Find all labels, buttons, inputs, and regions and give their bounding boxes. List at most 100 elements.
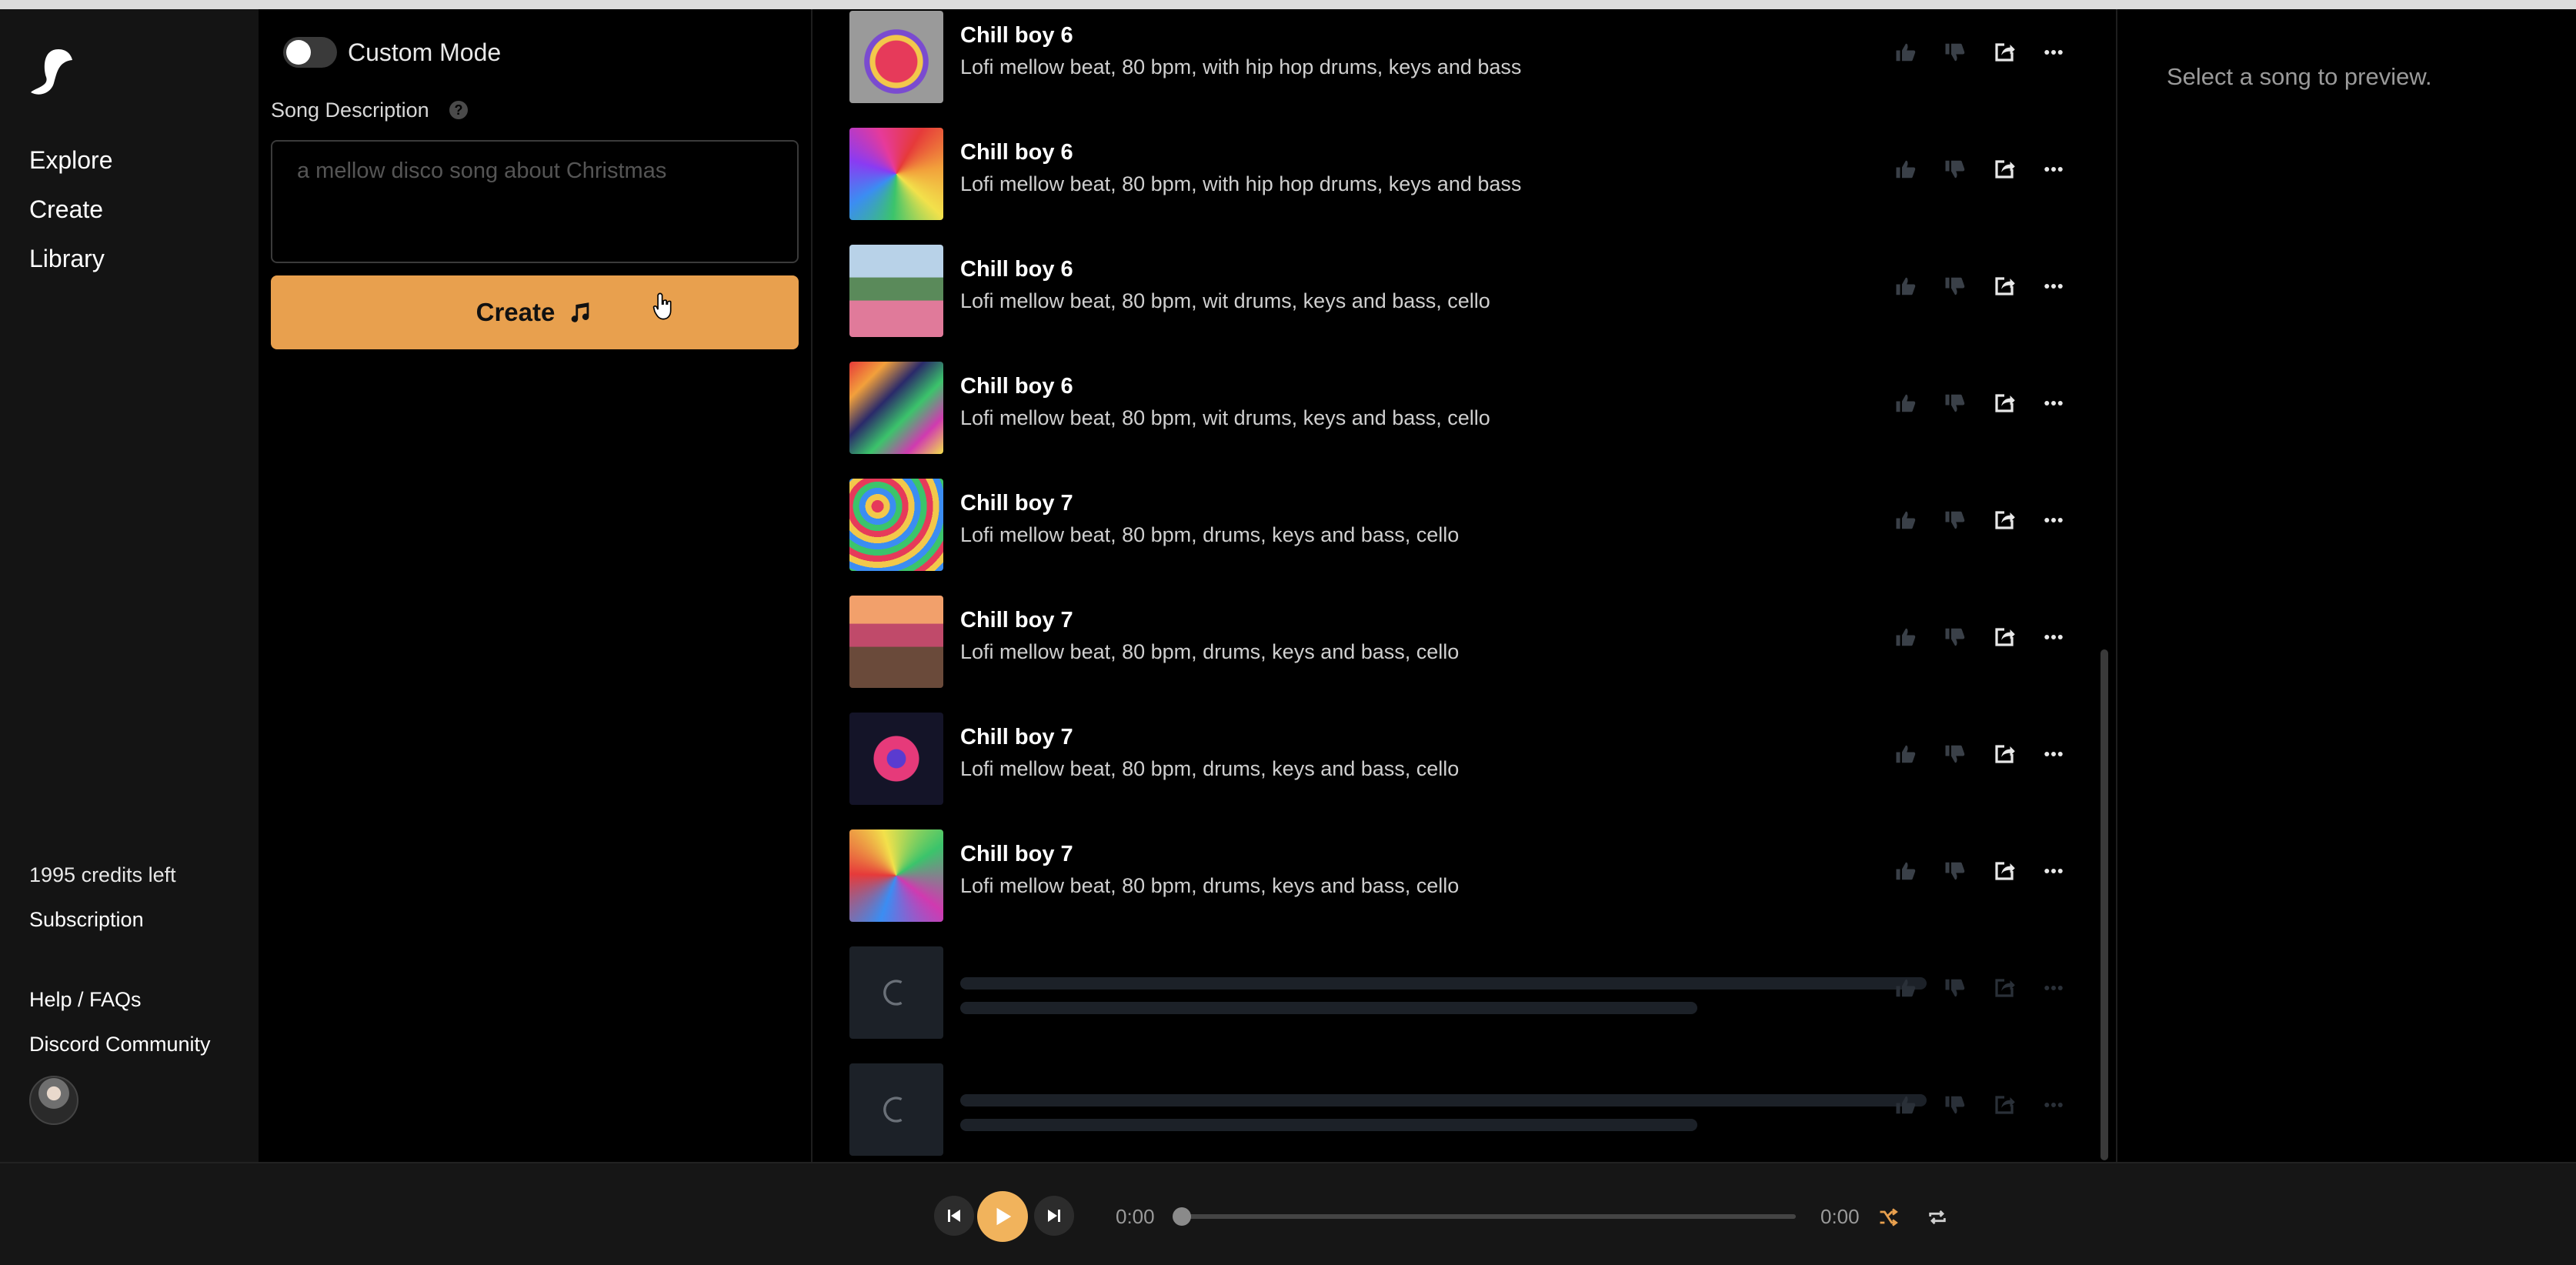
- share-button[interactable]: [1990, 506, 2019, 534]
- song-cover-art[interactable]: [849, 479, 943, 571]
- song-actions: [1891, 974, 2068, 1002]
- dislike-button[interactable]: [1940, 974, 1970, 1002]
- song-cover-art[interactable]: [849, 128, 943, 220]
- play-button[interactable]: [977, 1191, 1028, 1242]
- more-options-button[interactable]: [2039, 506, 2068, 534]
- song-title[interactable]: Chill boy 7: [960, 725, 1073, 750]
- custom-mode-toggle[interactable]: [283, 37, 337, 68]
- more-options-button[interactable]: [2039, 155, 2068, 183]
- subscription-link[interactable]: Subscription: [29, 908, 144, 932]
- more-options-button[interactable]: [2039, 974, 2068, 1002]
- repeat-icon[interactable]: [1927, 1207, 1948, 1228]
- share-button[interactable]: [1990, 389, 2019, 417]
- thumbs-down-icon: [1945, 277, 1965, 295]
- dislike-button[interactable]: [1940, 506, 1970, 534]
- thumbs-up-icon: [1896, 862, 1916, 880]
- song-actions: [1891, 623, 2068, 651]
- dislike-button[interactable]: [1940, 389, 1970, 417]
- like-button[interactable]: [1891, 623, 1920, 651]
- more-icon: [2044, 167, 2063, 172]
- shuffle-icon[interactable]: [1877, 1207, 1899, 1228]
- thumbs-down-icon: [1945, 1096, 1965, 1114]
- mouse-cursor-icon: [652, 292, 672, 320]
- share-button[interactable]: [1990, 857, 2019, 885]
- share-button[interactable]: [1990, 155, 2019, 183]
- song-title[interactable]: Chill boy 6: [960, 140, 1073, 165]
- dislike-button[interactable]: [1940, 155, 1970, 183]
- progress-knob[interactable]: [1173, 1207, 1191, 1226]
- like-button[interactable]: [1891, 740, 1920, 768]
- song-row[interactable]: Chill boy 7 Lofi mellow beat, 80 bpm, dr…: [814, 829, 2116, 946]
- more-options-button[interactable]: [2039, 1091, 2068, 1119]
- song-cover-art[interactable]: [849, 11, 943, 103]
- song-row[interactable]: Chill boy 7 Lofi mellow beat, 80 bpm, dr…: [814, 596, 2116, 713]
- dislike-button[interactable]: [1940, 272, 1970, 300]
- discord-community-link[interactable]: Discord Community: [29, 1033, 211, 1056]
- dislike-button[interactable]: [1940, 38, 1970, 66]
- song-actions: [1891, 38, 2068, 66]
- like-button[interactable]: [1891, 272, 1920, 300]
- like-button[interactable]: [1891, 389, 1920, 417]
- next-track-button[interactable]: [1034, 1196, 1074, 1236]
- more-options-button[interactable]: [2039, 272, 2068, 300]
- dislike-button[interactable]: [1940, 740, 1970, 768]
- previous-track-button[interactable]: [934, 1196, 974, 1236]
- like-button[interactable]: [1891, 506, 1920, 534]
- song-row[interactable]: Chill boy 6 Lofi mellow beat, 80 bpm, wi…: [814, 11, 2116, 128]
- like-button[interactable]: [1891, 1091, 1920, 1119]
- song-row[interactable]: Chill boy 7 Lofi mellow beat, 80 bpm, dr…: [814, 479, 2116, 596]
- more-options-button[interactable]: [2039, 857, 2068, 885]
- share-button[interactable]: [1990, 974, 2019, 1002]
- more-options-button[interactable]: [2039, 740, 2068, 768]
- thumbs-down-icon: [1945, 43, 1965, 62]
- song-row[interactable]: Chill boy 7 Lofi mellow beat, 80 bpm, dr…: [814, 713, 2116, 829]
- dislike-button[interactable]: [1940, 1091, 1970, 1119]
- like-button[interactable]: [1891, 38, 1920, 66]
- song-row[interactable]: Chill boy 6 Lofi mellow beat, 80 bpm, wi…: [814, 245, 2116, 362]
- song-title[interactable]: Chill boy 7: [960, 491, 1073, 516]
- more-options-button[interactable]: [2039, 389, 2068, 417]
- logo-icon[interactable]: [28, 46, 77, 102]
- song-title[interactable]: Chill boy 6: [960, 257, 1073, 282]
- nav-library[interactable]: Library: [29, 245, 105, 273]
- song-description: Lofi mellow beat, 80 bpm, drums, keys an…: [960, 523, 1460, 546]
- share-button[interactable]: [1990, 740, 2019, 768]
- dislike-button[interactable]: [1940, 857, 1970, 885]
- dislike-button[interactable]: [1940, 623, 1970, 651]
- loading-song-row: [814, 946, 2116, 1063]
- share-button[interactable]: [1990, 272, 2019, 300]
- nav-explore[interactable]: Explore: [29, 146, 113, 175]
- share-button[interactable]: [1990, 623, 2019, 651]
- song-cover-art[interactable]: [849, 362, 943, 454]
- thumbs-down-icon: [1945, 160, 1965, 179]
- song-cover-art[interactable]: [849, 713, 943, 805]
- more-options-button[interactable]: [2039, 623, 2068, 651]
- create-button[interactable]: Create: [271, 275, 799, 349]
- like-button[interactable]: [1891, 155, 1920, 183]
- music-note-icon: [572, 302, 589, 322]
- more-options-button[interactable]: [2039, 38, 2068, 66]
- list-scrollbar[interactable]: [2101, 649, 2108, 1160]
- like-button[interactable]: [1891, 857, 1920, 885]
- share-button[interactable]: [1990, 38, 2019, 66]
- share-icon: [1995, 979, 2015, 997]
- song-title[interactable]: Chill boy 7: [960, 842, 1073, 867]
- song-cover-art[interactable]: [849, 596, 943, 688]
- nav-create[interactable]: Create: [29, 195, 103, 224]
- thumbs-up-icon: [1896, 745, 1916, 763]
- song-title[interactable]: Chill boy 7: [960, 608, 1073, 633]
- share-button[interactable]: [1990, 1091, 2019, 1119]
- like-button[interactable]: [1891, 974, 1920, 1002]
- progress-track[interactable]: [1180, 1214, 1796, 1219]
- song-title[interactable]: Chill boy 6: [960, 23, 1073, 48]
- song-title[interactable]: Chill boy 6: [960, 374, 1073, 399]
- song-description-input[interactable]: [271, 140, 799, 263]
- help-icon[interactable]: ?: [449, 101, 468, 119]
- song-row[interactable]: Chill boy 6 Lofi mellow beat, 80 bpm, wi…: [814, 362, 2116, 479]
- help-faqs-link[interactable]: Help / FAQs: [29, 988, 142, 1012]
- song-cover-art[interactable]: [849, 245, 943, 337]
- song-cover-art[interactable]: [849, 829, 943, 922]
- song-row[interactable]: Chill boy 6 Lofi mellow beat, 80 bpm, wi…: [814, 128, 2116, 245]
- user-avatar[interactable]: [29, 1076, 78, 1125]
- create-panel: Custom Mode Song Description ? Create: [259, 9, 813, 1162]
